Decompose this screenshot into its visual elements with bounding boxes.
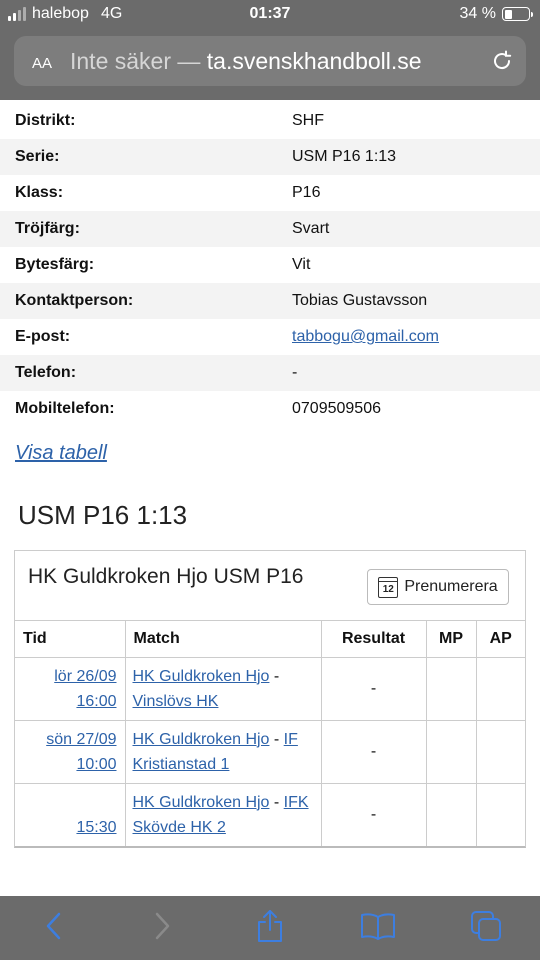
page-title: USM P16 1:13 <box>18 500 188 530</box>
info-value: - <box>292 364 298 381</box>
info-value: Tobias Gustavsson <box>292 292 428 309</box>
address-bar[interactable]: AA Inte säker — ta.svenskhandboll.se <box>14 36 526 86</box>
match-separator: - <box>269 667 280 685</box>
ap-cell <box>476 783 525 846</box>
header-time: Tid <box>15 621 126 658</box>
info-row-telefon: Telefon: - <box>0 355 540 391</box>
url-text[interactable]: Inte säker — ta.svenskhandboll.se <box>70 48 478 75</box>
result-cell: - <box>321 720 427 784</box>
info-label: E-post: <box>15 328 71 345</box>
status-right: 34 % <box>459 5 533 23</box>
security-label: Inte säker — <box>70 47 201 74</box>
battery-fill <box>504 9 513 19</box>
match-time-link[interactable]: 15:30 <box>76 819 116 836</box>
subscribe-label: Prenumerera <box>404 578 498 595</box>
match-time-cell: sön 27/09 10:00 <box>15 720 126 784</box>
header-match: Match <box>125 621 322 658</box>
matches-header-row: Tid Match Resultat MP AP <box>15 621 525 658</box>
share-icon <box>258 910 282 942</box>
info-row-serie: Serie: USM P16 1:13 <box>0 139 540 175</box>
info-label: Klass: <box>15 184 64 201</box>
ap-cell <box>476 657 525 721</box>
domain-label: ta.svenskhandboll.se <box>206 47 422 74</box>
info-row-mobiltelefon: Mobiltelefon: 0709509506 <box>0 391 540 427</box>
chevron-right-icon <box>155 912 170 940</box>
share-button[interactable] <box>240 901 300 951</box>
info-value: Vit <box>292 256 311 273</box>
reader-settings-label: AA <box>31 55 52 72</box>
match-cell: HK Guldkroken Hjo - IF Kristianstad 1 <box>125 720 322 784</box>
header-ap: AP <box>476 621 525 658</box>
book-icon <box>361 913 395 940</box>
header-mp: MP <box>426 621 477 658</box>
email-link[interactable]: tabbogu@gmail.com <box>292 328 439 345</box>
back-button[interactable] <box>24 901 84 951</box>
mp-cell <box>426 783 477 846</box>
match-time-link[interactable]: 10:00 <box>76 756 116 773</box>
info-row-distrikt: Distrikt: SHF <box>0 103 540 139</box>
info-value: P16 <box>292 184 321 201</box>
status-bar: halebop 4G 01:37 34 % <box>0 0 540 30</box>
panel-title: HK Guldkroken Hjo USM P16 <box>28 565 304 588</box>
table-row: sön 27/09 10:00 HK Guldkroken Hjo - IF Kr… <box>15 720 525 784</box>
match-time-link[interactable]: 16:00 <box>76 693 116 710</box>
tabs-button[interactable] <box>456 901 516 951</box>
team-info-table: Distrikt: SHF Serie: USM P16 1:13 Klass: P1… <box>0 103 540 427</box>
info-label: Distrikt: <box>15 112 76 129</box>
match-separator: - <box>269 730 284 748</box>
matches-table: Tid Match Resultat MP AP lör 26/09 16:00 … <box>15 621 525 846</box>
info-value: 0709509506 <box>292 400 381 417</box>
match-date-link[interactable]: sön 27/09 <box>46 731 116 748</box>
battery-icon <box>502 7 533 21</box>
home-team-link[interactable]: HK Guldkroken Hjo <box>133 668 270 685</box>
home-team-link[interactable]: HK Guldkroken Hjo <box>133 731 270 748</box>
calendar-icon: 12 <box>378 576 399 598</box>
info-value: SHF <box>292 112 324 129</box>
info-value: tabbogu@gmail.com <box>277 328 540 346</box>
info-label: Tröjfärg: <box>15 220 80 237</box>
table-row: lör 26/09 16:00 HK Guldkroken Hjo - Vinsl… <box>15 657 525 721</box>
mp-cell <box>426 720 477 784</box>
browser-chrome: AA Inte säker — ta.svenskhandboll.se <box>0 30 540 100</box>
info-label: Bytesfärg: <box>15 256 95 273</box>
info-value: Svart <box>292 220 330 237</box>
info-row-bytesfarg: Bytesfärg: Vit <box>0 247 540 283</box>
bookmarks-button[interactable] <box>348 901 408 951</box>
ap-cell <box>476 720 525 784</box>
reader-settings-button[interactable]: AA <box>14 48 70 74</box>
away-team-link[interactable]: Vinslövs HK <box>133 693 219 710</box>
battery-percent: 34 % <box>459 5 496 22</box>
table-row: 15:30 HK Guldkroken Hjo - IFK Skövde HK … <box>15 783 525 846</box>
browser-toolbar <box>0 896 540 960</box>
info-label: Serie: <box>15 148 60 165</box>
header-result: Resultat <box>321 621 427 658</box>
home-team-link[interactable]: HK Guldkroken Hjo <box>133 794 270 811</box>
match-time-cell: lör 26/09 16:00 <box>15 657 126 721</box>
match-cell: HK Guldkroken Hjo - Vinslövs HK <box>125 657 322 721</box>
result-cell: - <box>321 783 427 846</box>
info-label: Mobiltelefon: <box>15 400 115 417</box>
info-row-epost: E-post: tabbogu@gmail.com <box>0 319 540 355</box>
visa-tabell-link[interactable]: Visa tabell <box>15 442 107 465</box>
reload-icon[interactable] <box>478 36 526 86</box>
tabs-icon <box>471 911 501 941</box>
info-value: USM P16 1:13 <box>292 148 397 165</box>
info-label: Telefon: <box>15 364 77 381</box>
match-cell: HK Guldkroken Hjo - IFK Skövde HK 2 <box>125 783 322 846</box>
forward-button[interactable] <box>132 901 192 951</box>
info-row-kontaktperson: Kontaktperson: Tobias Gustavsson <box>0 283 540 319</box>
match-panel: HK Guldkroken Hjo USM P16 12 Prenumerera… <box>14 550 526 848</box>
panel-header: HK Guldkroken Hjo USM P16 12 Prenumerera <box>15 551 525 621</box>
info-label: Kontaktperson: <box>15 292 134 309</box>
match-date-link[interactable]: lör 26/09 <box>54 668 116 685</box>
match-separator: - <box>269 793 284 811</box>
result-cell: - <box>321 657 427 721</box>
match-time-cell: 15:30 <box>15 783 126 846</box>
subscribe-button[interactable]: 12 Prenumerera <box>367 569 509 605</box>
info-row-trojfarg: Tröjfärg: Svart <box>0 211 540 247</box>
info-row-klass: Klass: P16 <box>0 175 540 211</box>
chevron-left-icon <box>46 912 61 940</box>
mp-cell <box>426 657 477 721</box>
